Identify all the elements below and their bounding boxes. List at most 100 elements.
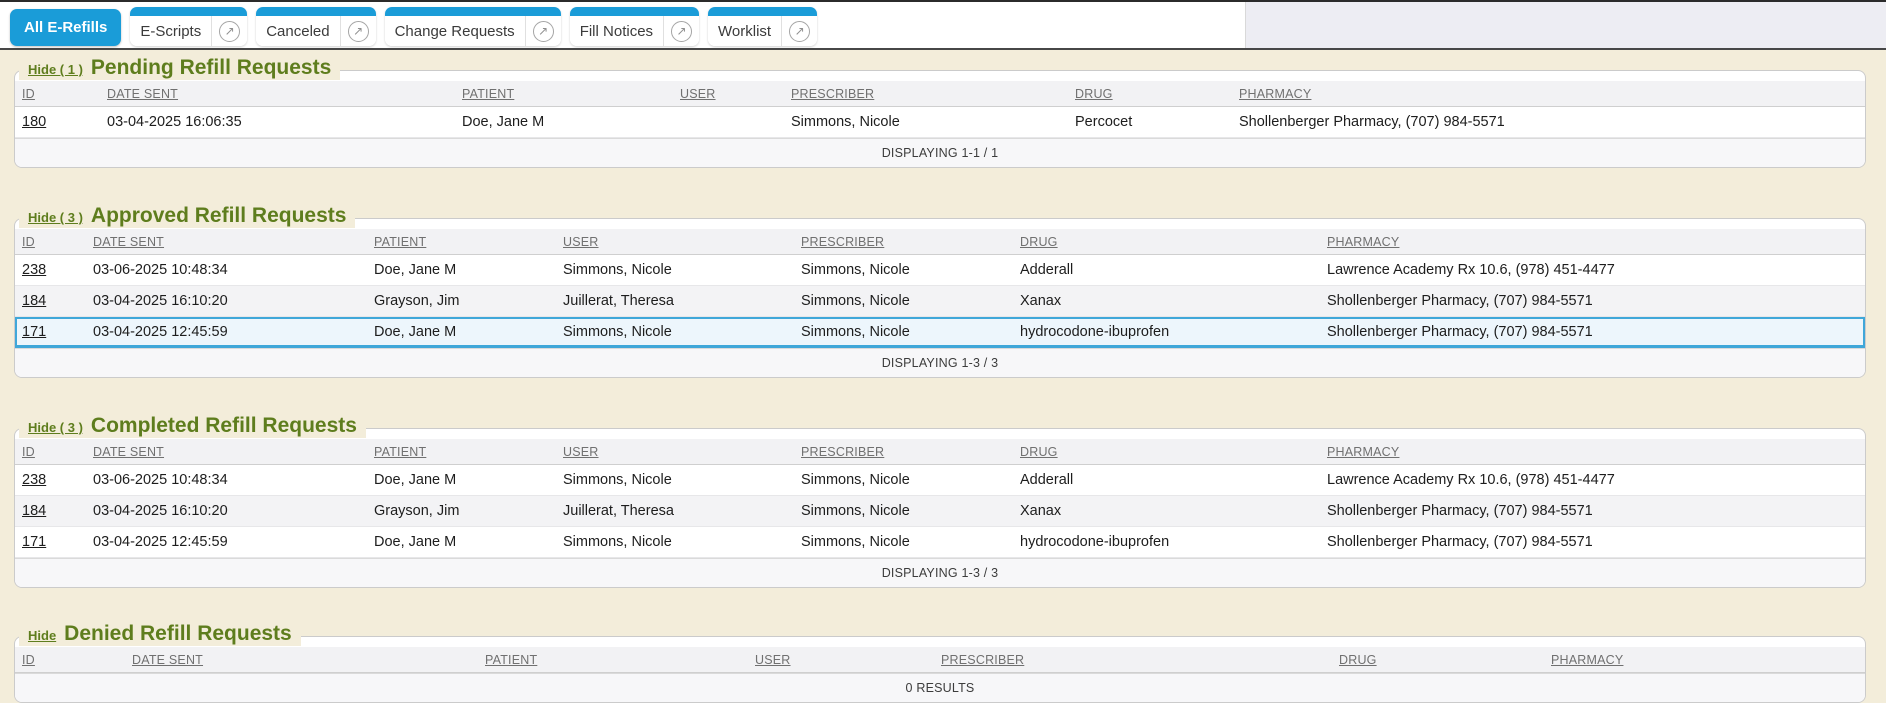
column-header-patient[interactable]: PATIENT <box>485 647 537 673</box>
refill-id-link[interactable]: 184 <box>22 503 46 519</box>
results-count-footer: DISPLAYING 1-3 / 3 <box>15 558 1865 587</box>
tab-strip-right-panel <box>1245 2 1886 48</box>
cell-date-sent: 03-04-2025 16:06:35 <box>107 107 242 137</box>
table-row[interactable]: 238 03-06-2025 10:48:34 Doe, Jane M Simm… <box>15 255 1865 286</box>
cell-prescriber: Simmons, Nicole <box>801 496 910 526</box>
cell-patient: Doe, Jane M <box>462 107 544 137</box>
cell-date-sent: 03-06-2025 10:48:34 <box>93 255 228 285</box>
column-header-id[interactable]: ID <box>22 439 35 465</box>
column-header-id[interactable]: ID <box>22 81 35 107</box>
table-row-selected[interactable]: 171 03-04-2025 12:45:59 Doe, Jane M Simm… <box>15 317 1865 348</box>
cell-user: Juillerat, Theresa <box>563 286 674 316</box>
cell-user: Juillerat, Theresa <box>563 496 674 526</box>
column-header-prescriber[interactable]: PRESCRIBER <box>801 229 884 255</box>
column-header-date-sent[interactable]: DATE SENT <box>132 647 203 673</box>
column-header-drug[interactable]: DRUG <box>1020 229 1058 255</box>
external-link-icon: ↗ <box>348 21 369 42</box>
cell-date-sent: 03-04-2025 16:10:20 <box>93 286 228 316</box>
cell-prescriber: Simmons, Nicole <box>801 255 910 285</box>
column-header-user[interactable]: USER <box>563 439 599 465</box>
tab-change-requests[interactable]: Change Requests ↗ <box>385 7 561 46</box>
hide-toggle-link[interactable]: Hide ( 1 ) <box>28 62 83 77</box>
section-denied-refill-requests: Hide Denied Refill Requests ID DATE SENT… <box>14 636 1866 703</box>
column-header-drug[interactable]: DRUG <box>1339 647 1377 673</box>
table-row[interactable]: 184 03-04-2025 16:10:20 Grayson, Jim Jui… <box>15 496 1865 527</box>
open-panel-button[interactable]: ↗ <box>782 21 817 42</box>
open-panel-button[interactable]: ↗ <box>341 21 376 42</box>
open-panel-button[interactable]: ↗ <box>664 21 699 42</box>
column-header-date-sent[interactable]: DATE SENT <box>107 81 178 107</box>
column-header-user[interactable]: USER <box>563 229 599 255</box>
table-row[interactable]: 238 03-06-2025 10:48:34 Doe, Jane M Simm… <box>15 465 1865 496</box>
column-header-prescriber[interactable]: PRESCRIBER <box>801 439 884 465</box>
tab-label: E-Scripts <box>130 23 211 40</box>
cell-pharmacy: Shollenberger Pharmacy, (707) 984-5571 <box>1327 317 1593 347</box>
column-header-pharmacy[interactable]: PHARMACY <box>1327 229 1399 255</box>
hide-toggle-link[interactable]: Hide ( 3 ) <box>28 210 83 225</box>
table-header-row: ID DATE SENT PATIENT USER PRESCRIBER DRU… <box>15 439 1865 465</box>
table-header-row: ID DATE SENT PATIENT USER PRESCRIBER DRU… <box>15 647 1865 673</box>
section-approved-refill-requests: Hide ( 3 ) Approved Refill Requests ID D… <box>14 218 1866 378</box>
column-header-prescriber[interactable]: PRESCRIBER <box>791 81 874 107</box>
column-header-drug[interactable]: DRUG <box>1075 81 1113 107</box>
table-header-row: ID DATE SENT PATIENT USER PRESCRIBER DRU… <box>15 229 1865 255</box>
cell-drug: Adderall <box>1020 255 1073 285</box>
cell-prescriber: Simmons, Nicole <box>801 286 910 316</box>
column-header-id[interactable]: ID <box>22 647 35 673</box>
column-header-id[interactable]: ID <box>22 229 35 255</box>
tab-accent-bar <box>708 7 817 16</box>
tab-fill-notices[interactable]: Fill Notices ↗ <box>570 7 699 46</box>
tab-strip: All E-Refills E-Scripts ↗ Canceled ↗ Cha… <box>0 0 1886 50</box>
cell-user: Simmons, Nicole <box>563 317 672 347</box>
tab-worklist[interactable]: Worklist ↗ <box>708 7 817 46</box>
table-row[interactable]: 184 03-04-2025 16:10:20 Grayson, Jim Jui… <box>15 286 1865 317</box>
column-header-patient[interactable]: PATIENT <box>374 229 426 255</box>
section-title: Denied Refill Requests <box>64 622 292 646</box>
section-title: Pending Refill Requests <box>91 56 331 80</box>
open-panel-button[interactable]: ↗ <box>526 21 561 42</box>
results-count-footer: DISPLAYING 1-3 / 3 <box>15 348 1865 377</box>
column-header-user[interactable]: USER <box>755 647 791 673</box>
column-header-user[interactable]: USER <box>680 81 716 107</box>
section-title: Approved Refill Requests <box>91 204 347 228</box>
results-count-footer: DISPLAYING 1-1 / 1 <box>15 138 1865 167</box>
cell-patient: Doe, Jane M <box>374 255 456 285</box>
column-header-pharmacy[interactable]: PHARMACY <box>1327 439 1399 465</box>
tab-canceled[interactable]: Canceled ↗ <box>256 7 375 46</box>
table-row[interactable]: 180 03-04-2025 16:06:35 Doe, Jane M Simm… <box>15 107 1865 138</box>
refill-id-link[interactable]: 238 <box>22 262 46 278</box>
results-count-footer: 0 RESULTS <box>15 673 1865 702</box>
tab-e-scripts[interactable]: E-Scripts ↗ <box>130 7 247 46</box>
section-title: Completed Refill Requests <box>91 414 357 438</box>
column-header-patient[interactable]: PATIENT <box>462 81 514 107</box>
refill-id-link[interactable]: 171 <box>22 324 46 340</box>
section-pending-refill-requests: Hide ( 1 ) Pending Refill Requests ID DA… <box>14 70 1866 168</box>
cell-patient: Grayson, Jim <box>374 496 459 526</box>
column-header-prescriber[interactable]: PRESCRIBER <box>941 647 1024 673</box>
refill-id-link[interactable]: 184 <box>22 293 46 309</box>
cell-prescriber: Simmons, Nicole <box>791 107 900 137</box>
cell-pharmacy: Shollenberger Pharmacy, (707) 984-5571 <box>1327 286 1593 316</box>
tab-accent-bar <box>256 7 375 16</box>
tab-all-e-refills[interactable]: All E-Refills <box>10 9 121 46</box>
tab-label: All E-Refills <box>24 19 107 36</box>
table-row[interactable]: 171 03-04-2025 12:45:59 Doe, Jane M Simm… <box>15 527 1865 558</box>
refill-id-link[interactable]: 238 <box>22 472 46 488</box>
column-header-date-sent[interactable]: DATE SENT <box>93 439 164 465</box>
tab-accent-bar <box>570 7 699 16</box>
open-panel-button[interactable]: ↗ <box>212 21 247 42</box>
section-completed-refill-requests: Hide ( 3 ) Completed Refill Requests ID … <box>14 428 1866 588</box>
cell-date-sent: 03-04-2025 16:10:20 <box>93 496 228 526</box>
column-header-patient[interactable]: PATIENT <box>374 439 426 465</box>
refill-id-link[interactable]: 171 <box>22 534 46 550</box>
tab-label: Canceled <box>256 23 339 40</box>
external-link-icon: ↗ <box>219 21 240 42</box>
hide-toggle-link[interactable]: Hide ( 3 ) <box>28 420 83 435</box>
column-header-drug[interactable]: DRUG <box>1020 439 1058 465</box>
hide-toggle-link[interactable]: Hide <box>28 628 56 643</box>
refill-id-link[interactable]: 180 <box>22 114 46 130</box>
column-header-date-sent[interactable]: DATE SENT <box>93 229 164 255</box>
column-header-pharmacy[interactable]: PHARMACY <box>1551 647 1623 673</box>
external-link-icon: ↗ <box>671 21 692 42</box>
column-header-pharmacy[interactable]: PHARMACY <box>1239 81 1311 107</box>
